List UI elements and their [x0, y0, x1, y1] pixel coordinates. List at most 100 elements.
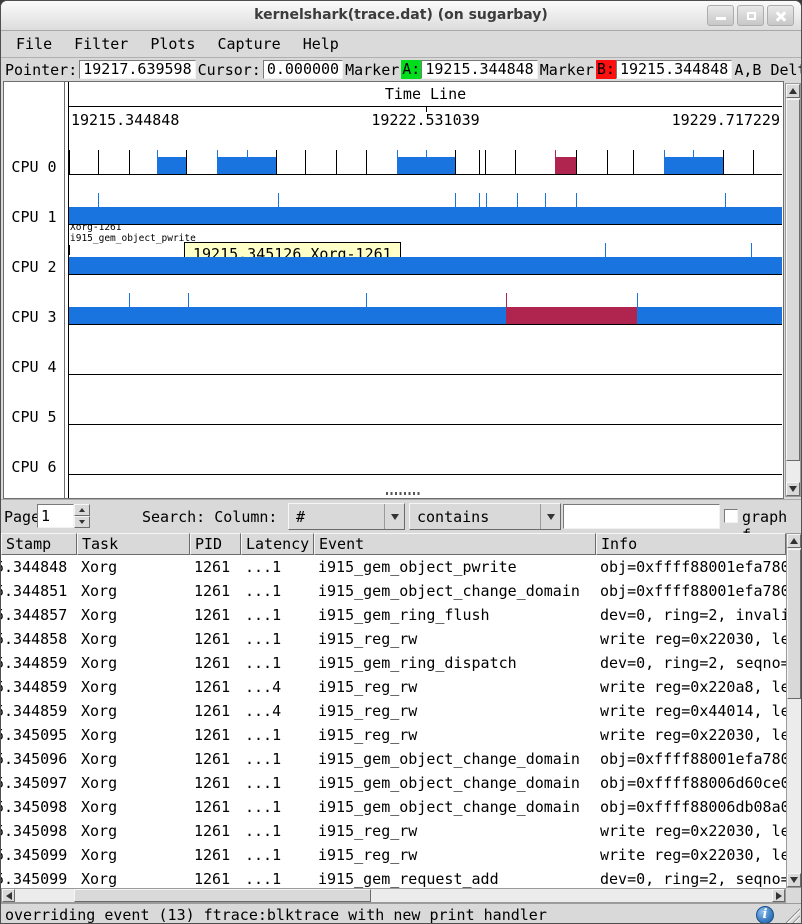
cell-task: Xorg: [77, 747, 190, 771]
dropdown-arrow-button[interactable]: [540, 504, 560, 529]
cell-pid: 1261: [190, 555, 241, 579]
event-tick: [188, 293, 189, 307]
cell-latency: ...4: [241, 699, 314, 723]
table-scroll-up-button[interactable]: [787, 534, 801, 548]
run-segment[interactable]: [157, 157, 186, 174]
table-hscroll-thumb[interactable]: [74, 889, 371, 902]
graph-follows-checkbox[interactable]: [724, 509, 738, 523]
cell-event: i915_gem_object_change_domain: [314, 795, 596, 819]
match-dropdown[interactable]: contains: [409, 503, 561, 530]
page-spin-down-button[interactable]: [74, 516, 90, 528]
marker-b-badge[interactable]: B:: [596, 60, 616, 79]
menu-help[interactable]: Help: [292, 33, 350, 55]
run-bar[interactable]: [69, 257, 782, 274]
column-header-info[interactable]: Info: [596, 533, 786, 555]
cpu-band[interactable]: [69, 432, 782, 482]
run-bar[interactable]: [69, 207, 782, 224]
table-row[interactable]: 5.344857Xorg1261...1i915_gem_ring_flushd…: [1, 603, 786, 627]
cell-info: dev=0, ring=2, seqno=: [596, 651, 786, 675]
table-row[interactable]: 5.345097Xorg1261...1i915_gem_object_chan…: [1, 771, 786, 795]
cell-pid: 1261: [190, 867, 241, 888]
search-input[interactable]: [563, 504, 720, 529]
maximize-button[interactable]: [737, 5, 764, 26]
table-row[interactable]: 5.345098Xorg1261...1i915_gem_object_chan…: [1, 795, 786, 819]
menu-capture[interactable]: Capture: [206, 33, 291, 55]
table-row[interactable]: 5.344858Xorg1261...1i915_reg_rwwrite reg…: [1, 627, 786, 651]
cpu-band[interactable]: [69, 332, 782, 382]
titlebar[interactable]: kernelshark(trace.dat) (on sugarbay): [1, 1, 801, 31]
cpu-label: CPU 5: [4, 408, 64, 426]
cell-task: Xorg: [77, 627, 190, 651]
table-row[interactable]: 5.344859Xorg1261...4i915_reg_rwwrite reg…: [1, 699, 786, 723]
column-header-latency[interactable]: Latency: [241, 533, 314, 555]
graph-vscrollbar[interactable]: [785, 83, 801, 497]
table-row[interactable]: 5.345096Xorg1261...1i915_gem_object_chan…: [1, 747, 786, 771]
resize-grip[interactable]: [783, 907, 800, 924]
cpu-band[interactable]: [69, 282, 782, 332]
menu-plots[interactable]: Plots: [139, 33, 206, 55]
table-scroll-left-button[interactable]: [2, 889, 15, 902]
cell-task: Xorg: [77, 795, 190, 819]
table-scroll-right-button[interactable]: [772, 889, 785, 902]
run-bar[interactable]: [69, 307, 782, 324]
marker-a-badge[interactable]: A:: [401, 60, 421, 79]
event-tick: [366, 293, 367, 307]
page-spin-up-button[interactable]: [74, 504, 90, 516]
column-header-stamp[interactable]: Stamp: [1, 533, 77, 555]
dropdown-arrow-button[interactable]: [384, 504, 404, 529]
run-segment[interactable]: [664, 157, 723, 174]
cell-event: i915_reg_rw: [314, 675, 596, 699]
table-scroll-thumb[interactable]: [787, 549, 801, 699]
chevron-down-icon: [391, 514, 399, 520]
info-icon[interactable]: i: [756, 906, 774, 924]
menu-file[interactable]: File: [5, 33, 63, 55]
table-row[interactable]: 5.345099Xorg1261...1i915_reg_rwwrite reg…: [1, 843, 786, 867]
table-vscrollbar[interactable]: [786, 533, 802, 888]
cpu-band[interactable]: [69, 382, 782, 432]
table-row[interactable]: 5.345095Xorg1261...1i915_reg_rwwrite reg…: [1, 723, 786, 747]
marker-a-value: 19215.344848: [421, 60, 537, 79]
cpu-band[interactable]: [69, 232, 782, 282]
menu-filter[interactable]: Filter: [63, 33, 139, 55]
pane-splitter-handle[interactable]: [386, 492, 422, 495]
cpu-band[interactable]: [69, 132, 782, 182]
cell-pid: 1261: [190, 843, 241, 867]
table-scroll-down-button[interactable]: [787, 873, 801, 887]
close-button[interactable]: [767, 5, 794, 26]
highlight-segment[interactable]: [555, 157, 576, 174]
cell-latency: ...1: [241, 579, 314, 603]
cell-event: i915_reg_rw: [314, 723, 596, 747]
table-row[interactable]: 5.345098Xorg1261...1i915_reg_rwwrite reg…: [1, 819, 786, 843]
cell-task: Xorg: [77, 867, 190, 888]
graph-scroll-down-button[interactable]: [786, 482, 800, 496]
up-arrow-icon: [790, 538, 798, 544]
graph-plot[interactable]: Time Line 19215.344848 19222.531039 1922…: [68, 82, 782, 498]
column-header-task[interactable]: Task: [77, 533, 190, 555]
table-hscrollbar[interactable]: [1, 888, 786, 903]
event-tick: [129, 150, 130, 174]
column-header-pid[interactable]: PID: [190, 533, 241, 555]
cursor-label: Cursor:: [198, 61, 261, 79]
table-row[interactable]: 5.345099Xorg1261...1i915_gem_request_add…: [1, 867, 786, 888]
cell-event: i915_reg_rw: [314, 843, 596, 867]
column-header-event[interactable]: Event: [314, 533, 596, 555]
page-input[interactable]: [37, 504, 74, 528]
run-segment[interactable]: [217, 157, 277, 174]
column-dropdown[interactable]: #: [288, 503, 405, 530]
highlight-segment[interactable]: [506, 307, 636, 324]
event-tick: [366, 150, 367, 174]
graph-scroll-thumb[interactable]: [786, 99, 800, 461]
cell-task: Xorg: [77, 651, 190, 675]
table-row[interactable]: 5.344859Xorg1261...1i915_gem_ring_dispat…: [1, 651, 786, 675]
minimize-button[interactable]: [707, 5, 734, 26]
cpu-band[interactable]: [69, 182, 782, 232]
graph-scroll-up-button[interactable]: [786, 84, 800, 98]
chevron-down-icon: [547, 514, 555, 520]
timeline-graph[interactable]: CPU 0CPU 1CPU 2CPU 3CPU 4CPU 5CPU 6 Time…: [3, 81, 784, 499]
event-tick: [576, 150, 577, 174]
cell-stamp: 5.344858: [1, 627, 77, 651]
table-row[interactable]: 5.344851Xorg1261...1i915_gem_object_chan…: [1, 579, 786, 603]
table-row[interactable]: 5.344859Xorg1261...4i915_reg_rwwrite reg…: [1, 675, 786, 699]
run-segment[interactable]: [397, 157, 455, 174]
table-row[interactable]: 5.344848Xorg1261...1i915_gem_object_pwri…: [1, 555, 786, 579]
